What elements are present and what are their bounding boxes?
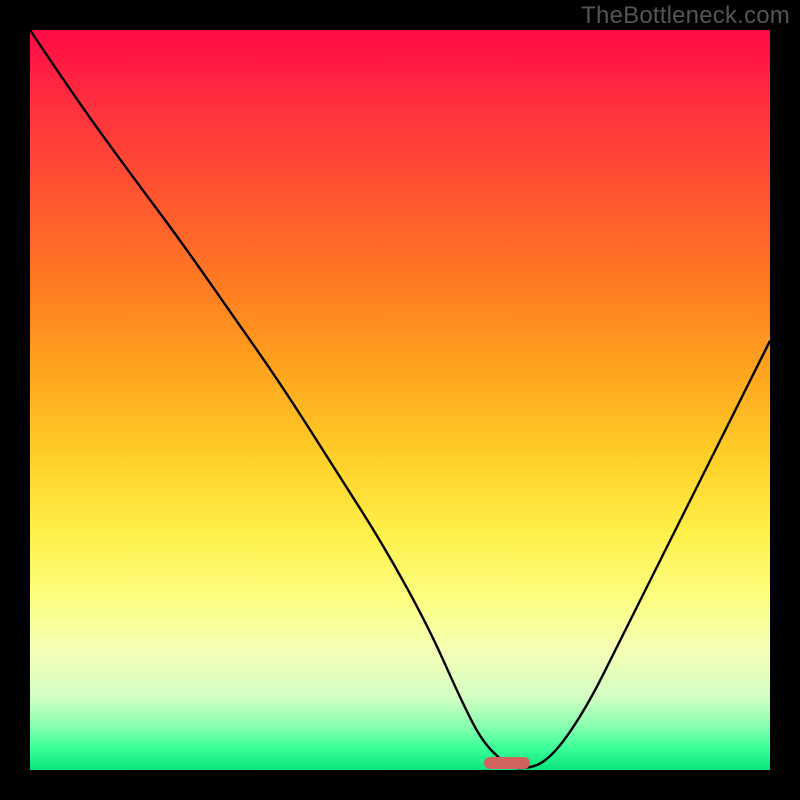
optimal-marker [484,757,530,769]
chart-frame: TheBottleneck.com [0,0,800,800]
plot-area [30,30,770,770]
bottleneck-curve [30,30,770,770]
watermark-text: TheBottleneck.com [581,2,790,30]
